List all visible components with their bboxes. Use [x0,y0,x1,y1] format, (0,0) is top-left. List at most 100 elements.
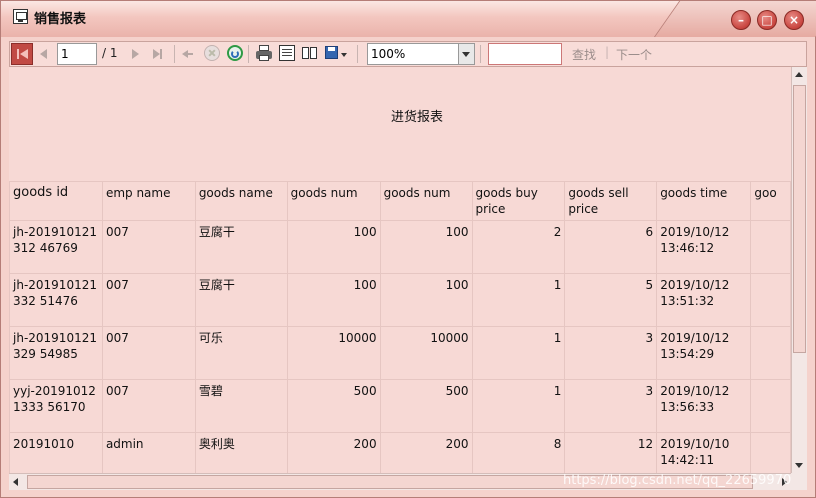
vertical-scroll-thumb[interactable] [793,85,806,353]
cell-goods-name: 豆腐干 [194,220,288,274]
scroll-up-icon[interactable] [795,72,803,77]
scroll-down-icon[interactable] [795,463,803,468]
column-header: goods num [379,181,473,221]
refresh-icon[interactable] [227,45,243,61]
find-input[interactable] [488,43,562,65]
cell-goods-extra [750,273,791,327]
minimize-button[interactable]: – [731,10,751,30]
cell-goods-time: 2019/10/12 13:56:33 [656,379,752,433]
maximize-icon: □ [761,13,773,27]
cell-emp-name: 007 [101,220,196,274]
cell-sell-price: 6 [564,220,658,274]
page-setup-icon[interactable] [302,45,318,61]
cell-sell-price: 3 [564,379,658,433]
close-icon: × [788,13,800,27]
report-viewer: 进货报表 goods id emp name goods name goods … [9,67,791,473]
title-bar[interactable]: 销售报表 – □ × [1,1,816,37]
zoom-select[interactable]: 100% [367,43,475,65]
table-row[interactable]: jh-201910121312 46769 007 豆腐干 100 100 2 … [9,220,791,274]
table-row[interactable]: jh-201910121329 54985 007 可乐 10000 10000… [9,326,791,380]
zoom-value: 100% [371,47,406,61]
cell-goods-id: 20191010 [9,432,103,473]
table-row[interactable]: 20191010 admin 奥利奥 200 200 8 12 2019/10/… [9,432,791,473]
print-layout-icon[interactable] [279,45,295,61]
cell-goods-extra [750,220,791,274]
cell-goods-time: 2019/10/12 13:54:29 [656,326,752,380]
report-toolbar: / 1 [9,41,807,67]
next-page-icon[interactable] [132,49,139,59]
first-page-icon[interactable] [11,43,33,65]
cell-emp-name: 007 [101,326,196,380]
cell-goods-id: yyj-201910121333 56170 [9,379,103,433]
cell-emp-name: admin [101,432,196,473]
cell-goods-num: 100 [286,273,381,327]
cell-goods-extra [750,326,791,380]
report-title: 进货报表 [391,110,444,125]
cell-buy-price: 1 [471,379,566,433]
prev-page-icon[interactable] [40,49,47,59]
close-button[interactable]: × [784,10,804,30]
cell-emp-name: 007 [101,273,196,327]
cell-buy-price: 2 [471,220,566,274]
app-icon [13,9,28,24]
cell-goods-name: 雪碧 [194,379,288,433]
stop-icon[interactable] [204,45,220,61]
cell-goods-id: jh-201910121329 54985 [9,326,103,380]
export-icon[interactable] [325,45,347,61]
window-title: 销售报表 [34,12,87,27]
column-header: goo [750,181,791,221]
cell-goods-id: jh-201910121312 46769 [9,220,103,274]
vertical-scrollbar[interactable] [791,67,807,473]
find-separator: | [605,45,610,59]
column-header: goods buy price [471,181,566,221]
cell-buy-price: 1 [471,273,566,327]
page-number-input[interactable] [57,43,97,65]
scroll-left-icon[interactable] [13,478,18,486]
cell-goods-name: 豆腐干 [194,273,288,327]
table-row[interactable]: jh-201910121332 51476 007 豆腐干 100 100 1 … [9,273,791,327]
table-row[interactable]: yyj-201910121333 56170 007 雪碧 500 500 1 … [9,379,791,433]
report-table: goods id emp name goods name goods num g… [9,181,791,473]
chevron-down-icon[interactable] [458,44,474,64]
cell-sell-price: 3 [564,326,658,380]
cell-emp-name: 007 [101,379,196,433]
cell-goods-num: 100 [379,220,473,274]
cell-goods-time: 2019/10/12 13:51:32 [656,273,752,327]
report-window: 销售报表 – □ × / 1 [0,0,816,498]
toolbar-separator [248,45,249,63]
column-header: goods id [9,181,103,221]
cell-goods-extra [750,432,791,473]
column-header: goods name [194,181,288,221]
find-button[interactable]: 查找 [572,46,596,63]
cell-goods-extra [750,379,791,433]
cell-goods-time: 2019/10/12 13:46:12 [656,220,752,274]
cell-sell-price: 5 [564,273,658,327]
toolbar-separator [357,45,358,63]
table-header-row: goods id emp name goods name goods num g… [9,181,791,221]
cell-goods-num: 200 [379,432,473,473]
minimize-icon: – [738,13,744,27]
column-header: goods sell price [564,181,658,221]
cell-sell-price: 12 [564,432,658,473]
scrollbar-corner [791,473,807,490]
cell-goods-num: 10000 [379,326,473,380]
find-next-button[interactable]: 下一个 [616,46,652,63]
maximize-button[interactable]: □ [757,10,777,30]
column-header: goods time [656,181,752,221]
cell-goods-num: 10000 [286,326,381,380]
cell-goods-num: 200 [286,432,381,473]
cell-buy-price: 1 [471,326,566,380]
column-header: goods num [286,181,381,221]
toolbar-separator [174,45,175,63]
cell-goods-time: 2019/10/10 14:42:11 [656,432,752,473]
page-total: / 1 [102,46,118,60]
print-icon[interactable] [256,45,272,61]
cell-goods-num: 500 [379,379,473,433]
cell-goods-name: 奥利奥 [194,432,288,473]
cell-goods-num: 100 [379,273,473,327]
cell-goods-name: 可乐 [194,326,288,380]
watermark: https://blog.csdn.net/qq_22659970 [563,473,792,488]
cell-goods-id: jh-201910121332 51476 [9,273,103,327]
cell-goods-num: 100 [286,220,381,274]
cell-buy-price: 8 [471,432,566,473]
